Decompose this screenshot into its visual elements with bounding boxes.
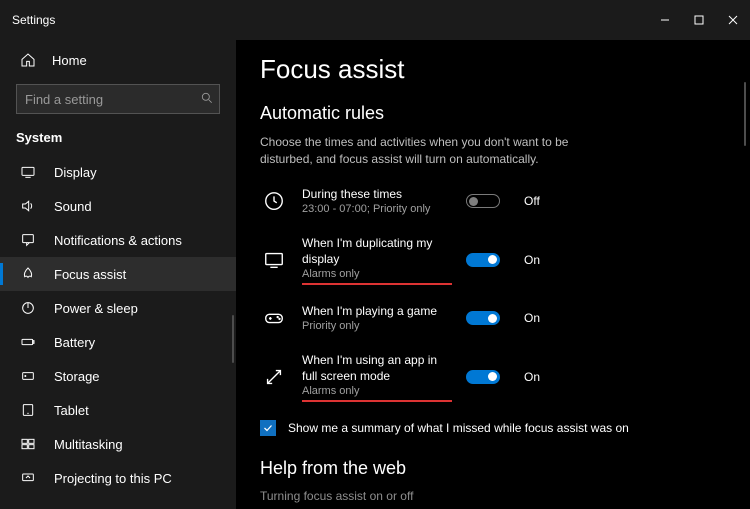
content: Focus assist Automatic rules Choose the … xyxy=(236,40,750,509)
toggle-state: On xyxy=(524,370,540,384)
sidebar-item-power-sleep[interactable]: Power & sleep xyxy=(0,291,236,325)
rule-toggle[interactable] xyxy=(466,370,500,384)
rule-duplicating-display[interactable]: When I'm duplicating my display Alarms o… xyxy=(260,235,726,285)
fullscreen-icon xyxy=(263,366,285,388)
sidebar-scrollbar[interactable] xyxy=(232,315,234,363)
home-icon xyxy=(20,52,36,68)
tablet-icon xyxy=(20,402,36,418)
sidebar: Home System Display Sound Notifications xyxy=(0,40,236,509)
sidebar-item-multitasking[interactable]: Multitasking xyxy=(0,427,236,461)
rule-playing-game[interactable]: When I'm playing a game Priority only On xyxy=(260,303,726,334)
sidebar-item-label: Focus assist xyxy=(54,267,126,282)
display-icon xyxy=(20,164,36,180)
minimize-button[interactable] xyxy=(648,0,682,40)
multitasking-icon xyxy=(20,436,36,452)
sidebar-item-label: Power & sleep xyxy=(54,301,138,316)
sidebar-item-label: Projecting to this PC xyxy=(54,471,172,486)
game-icon xyxy=(263,307,285,329)
focus-assist-icon xyxy=(20,266,36,282)
sound-icon xyxy=(20,198,36,214)
auto-rules-heading: Automatic rules xyxy=(260,103,726,124)
auto-rules-desc: Choose the times and activities when you… xyxy=(260,134,580,168)
summary-row[interactable]: Show me a summary of what I missed while… xyxy=(260,420,726,436)
help-link[interactable]: Turning focus assist on or off xyxy=(260,489,726,503)
clock-icon xyxy=(263,190,285,212)
home-link[interactable]: Home xyxy=(0,40,236,80)
sidebar-item-notifications[interactable]: Notifications & actions xyxy=(0,223,236,257)
sidebar-item-focus-assist[interactable]: Focus assist xyxy=(0,257,236,291)
rule-sub: Alarms only xyxy=(302,267,452,282)
rule-title: When I'm using an app in full screen mod… xyxy=(302,353,437,383)
section-label: System xyxy=(0,124,236,155)
help-heading: Help from the web xyxy=(260,458,726,479)
check-icon xyxy=(262,422,274,434)
rule-title: When I'm playing a game xyxy=(302,304,437,318)
sidebar-item-display[interactable]: Display xyxy=(0,155,236,189)
maximize-button[interactable] xyxy=(682,0,716,40)
home-label: Home xyxy=(52,53,87,68)
rule-fullscreen-app[interactable]: When I'm using an app in full screen mod… xyxy=(260,352,726,402)
toggle-state: Off xyxy=(524,194,540,208)
sidebar-item-label: Multitasking xyxy=(54,437,123,452)
sidebar-item-label: Battery xyxy=(54,335,95,350)
sidebar-item-label: Tablet xyxy=(54,403,89,418)
sidebar-item-label: Notifications & actions xyxy=(54,233,182,248)
storage-icon xyxy=(20,368,36,384)
summary-label: Show me a summary of what I missed while… xyxy=(288,421,629,435)
content-scrollbar[interactable] xyxy=(744,82,746,146)
rule-sub: Priority only xyxy=(302,319,452,334)
window-title: Settings xyxy=(12,13,55,27)
sidebar-item-storage[interactable]: Storage xyxy=(0,359,236,393)
rule-during-times[interactable]: During these times 23:00 - 07:00; Priori… xyxy=(260,186,726,217)
rule-sub: 23:00 - 07:00; Priority only xyxy=(302,202,452,217)
rule-sub: Alarms only xyxy=(302,384,452,399)
summary-checkbox[interactable] xyxy=(260,420,276,436)
page-title: Focus assist xyxy=(260,54,726,85)
toggle-state: On xyxy=(524,311,540,325)
sidebar-item-sound[interactable]: Sound xyxy=(0,189,236,223)
power-icon xyxy=(20,300,36,316)
sidebar-item-label: Display xyxy=(54,165,97,180)
rule-title: During these times xyxy=(302,187,402,201)
sidebar-item-projecting[interactable]: Projecting to this PC xyxy=(0,461,236,495)
rule-toggle[interactable] xyxy=(466,253,500,267)
sidebar-item-tablet[interactable]: Tablet xyxy=(0,393,236,427)
titlebar: Settings xyxy=(0,0,750,40)
monitor-icon xyxy=(263,249,285,271)
search-icon xyxy=(200,91,214,105)
toggle-state: On xyxy=(524,253,540,267)
rule-title: When I'm duplicating my display xyxy=(302,236,432,266)
sidebar-item-label: Storage xyxy=(54,369,100,384)
nav: Display Sound Notifications & actions Fo… xyxy=(0,155,236,509)
search-input[interactable] xyxy=(16,84,220,114)
projecting-icon xyxy=(20,470,36,486)
battery-icon xyxy=(20,334,36,350)
close-button[interactable] xyxy=(716,0,750,40)
sidebar-item-battery[interactable]: Battery xyxy=(0,325,236,359)
notifications-icon xyxy=(20,232,36,248)
sidebar-item-label: Sound xyxy=(54,199,92,214)
rule-toggle[interactable] xyxy=(466,311,500,325)
rule-toggle[interactable] xyxy=(466,194,500,208)
